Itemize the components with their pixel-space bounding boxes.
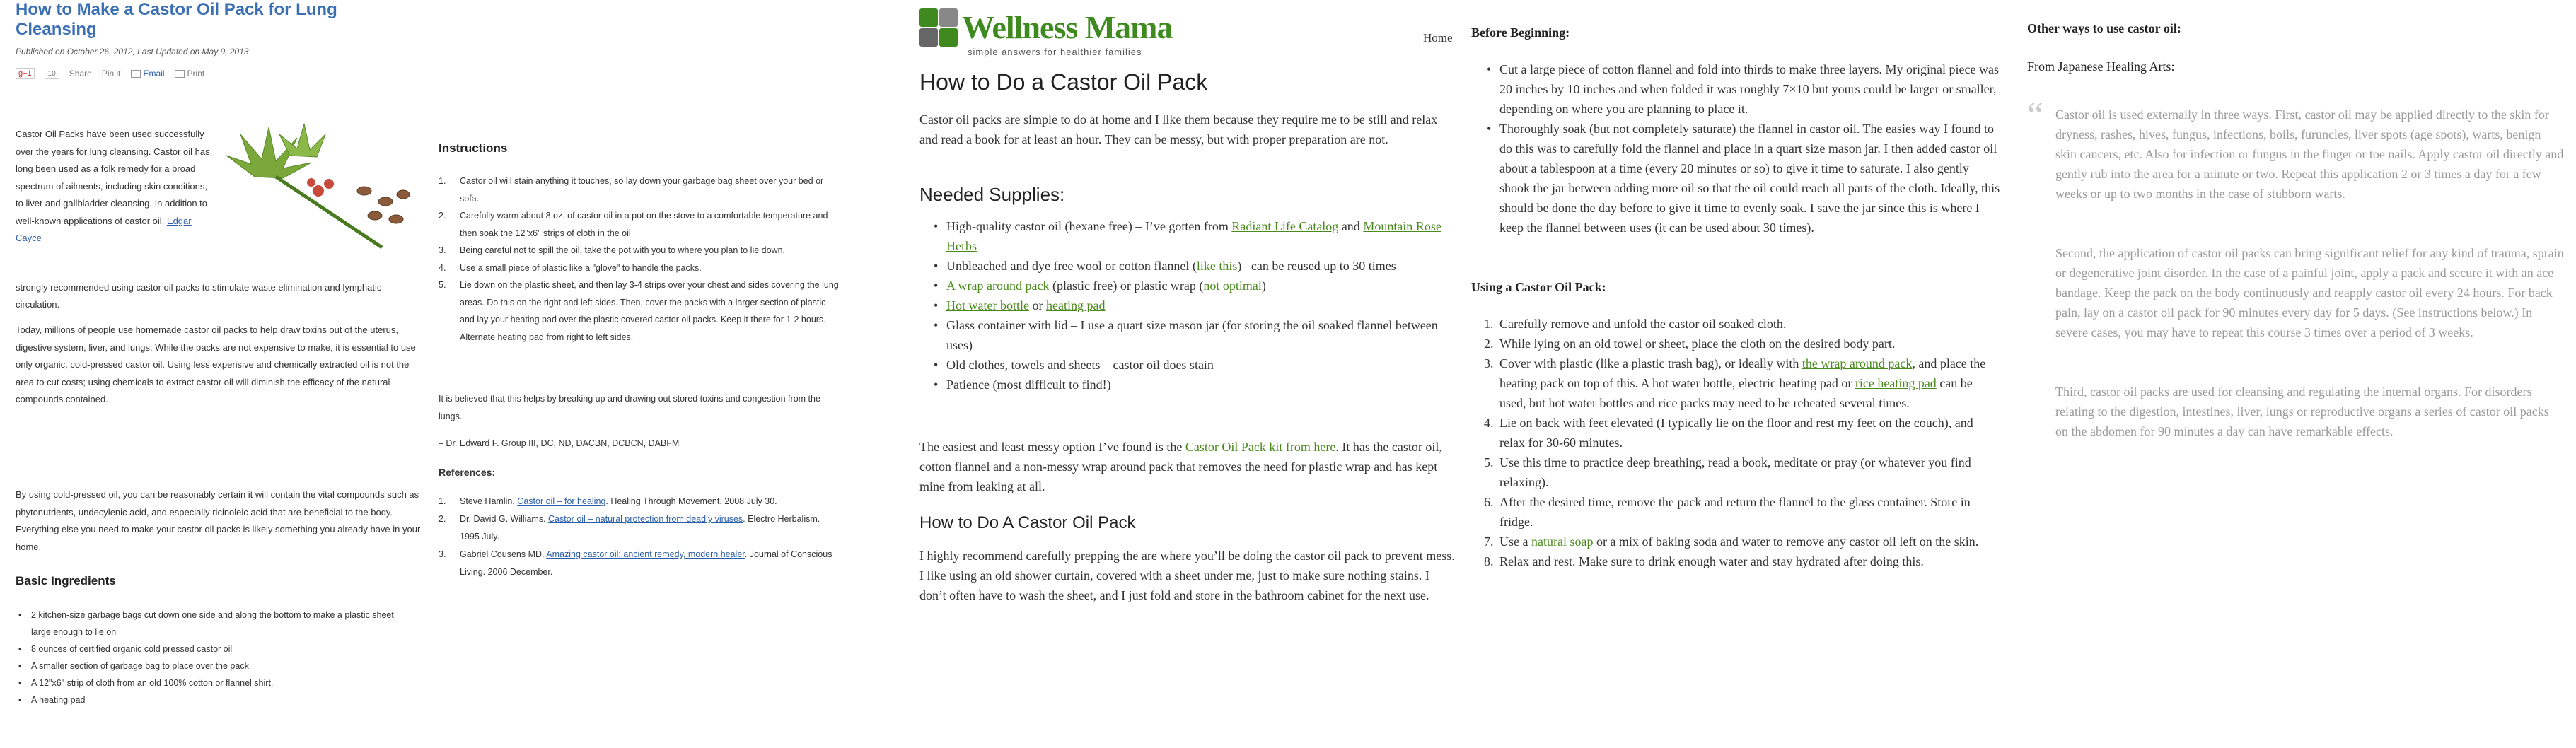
list-item: Carefully remove and unfold the castor o… (1484, 314, 1787, 334)
kit-link[interactable]: Castor Oil Pack kit from here (1185, 440, 1335, 454)
tile-icon (939, 28, 958, 47)
source-label: From Japanese Healing Arts: (2027, 59, 2175, 74)
reference-link[interactable]: Castor oil – for healing (517, 496, 605, 506)
list-item: Use a natural soap or a mix of baking so… (1484, 532, 1979, 551)
email-button[interactable]: Email (130, 69, 165, 78)
envelope-icon (130, 70, 141, 78)
list-item: Carefully warm about 8 oz. of castor oil… (439, 207, 828, 238)
rice-heating-pad-link[interactable]: rice heating pad (1855, 376, 1937, 390)
brand-name: Wellness Mama (962, 9, 1173, 45)
nav-home-link[interactable]: Home (1423, 31, 1453, 45)
intro-paragraph: Castor Oil Packs have been used successf… (16, 129, 210, 243)
natural-soap-link[interactable]: natural soap (1531, 534, 1593, 549)
reference-item: Gabriel Cousens MD. Amazing castor oil: … (439, 546, 832, 577)
basic-ingredients-heading: Basic Ingredients (16, 574, 116, 588)
quote-paragraph: Third, castor oil packs are used for cle… (2055, 385, 2549, 438)
quote-paragraph: Second, the application of castor oil pa… (2055, 246, 2564, 339)
list-item: Being careful not to spill the oil, take… (439, 242, 785, 259)
basic-ingredients-list: 2 kitchen-size garbage bags cut down one… (16, 607, 412, 708)
list-item: Cut a large piece of cotton flannel and … (1471, 59, 2002, 119)
cold-pressed-paragraph: By using cold-pressed oil, you can be re… (16, 489, 421, 552)
reference-link[interactable]: Amazing castor oil: ancient remedy, mode… (546, 549, 744, 559)
published-date: Published on October 26, 2012, Last Upda… (16, 47, 249, 57)
share-button[interactable]: Share (69, 69, 92, 78)
list-item: High-quality castor oil (hexane free) – … (919, 216, 1457, 256)
hot-water-bottle-link[interactable]: Hot water bottle (946, 298, 1029, 312)
reference-item: Dr. David G. Williams. Castor oil – natu… (439, 510, 820, 542)
list-item: A wrap around pack (plastic free) or pla… (919, 276, 1457, 296)
list-item: Lie down on the plastic sheet, and then … (439, 276, 839, 342)
site-logo[interactable]: Wellness Mama simple answers for healthi… (919, 8, 1173, 57)
supplies-heading: Needed Supplies: (919, 184, 1065, 205)
tile-icon (919, 28, 938, 47)
how-to-heading: How to Do A Castor Oil Pack (919, 513, 1136, 532)
castor-plant-image (226, 123, 410, 250)
intro-paragraph: Castor oil packs are simple to do at hom… (919, 112, 1438, 146)
list-item: Cover with plastic (like a plastic trash… (1484, 353, 1986, 410)
gplus-count: 10 (44, 68, 59, 79)
supplies-list: High-quality castor oil (hexane free) – … (919, 216, 1457, 395)
references-heading: References: (439, 467, 496, 478)
printer-icon (174, 70, 185, 78)
list-item: Relax and rest. Make sure to drink enoug… (1484, 551, 1924, 571)
list-item: Thoroughly soak (but not completely satu… (1471, 119, 2002, 238)
quote-paragraph: Castor oil is used externally in three w… (2055, 107, 2564, 201)
list-item: After the desired time, remove the pack … (1484, 492, 1971, 529)
tile-icon (939, 8, 958, 27)
recommend-paragraph: I highly recommend carefully prepping th… (919, 549, 1455, 602)
intro-paragraph-cont: strongly recommended using castor oil pa… (16, 282, 382, 310)
gplus-button[interactable]: g+1 (16, 68, 35, 79)
not-optimal-link[interactable]: not optimal (1203, 279, 1262, 293)
believe-paragraph: It is believed that this helps by breaki… (439, 394, 820, 421)
list-item: 8 ounces of certified organic cold press… (16, 641, 412, 658)
brand-tagline: simple answers for healthier families (968, 47, 1142, 57)
list-item: Lie on back with feet elevated (I typica… (1484, 413, 1973, 450)
list-item: Castor oil will stain anything it touche… (439, 173, 824, 204)
reference-item: Steve Hamlin. Castor oil – for healing. … (439, 493, 777, 510)
list-item: A smaller section of garbage bag to plac… (16, 658, 412, 674)
list-item: A heating pad (16, 691, 412, 708)
page-title: How to Do a Castor Oil Pack (919, 69, 1208, 95)
heating-pad-link[interactable]: heating pad (1046, 298, 1105, 312)
before-list: Cut a large piece of cotton flannel and … (1471, 59, 2002, 238)
list-item: While lying on an old towel or sheet, pl… (1484, 334, 1896, 353)
using-list: Carefully remove and unfold the castor o… (1471, 314, 2002, 571)
references-list: Steve Hamlin. Castor oil – for healing. … (439, 493, 842, 581)
steps-column: Before Beginning: Cut a large piece of c… (1471, 0, 2016, 748)
other-ways-heading: Other ways to use castor oil: (2027, 21, 2181, 35)
wellness-mama-page: Wellness Mama simple answers for healthi… (912, 0, 1464, 748)
share-bar: g+1 10 Share Pin it Email Print (16, 68, 204, 79)
easiest-paragraph: The easiest and least messy option I’ve … (919, 440, 1442, 493)
reference-link[interactable]: Castor oil – natural protection from dea… (548, 514, 743, 524)
list-item: Use a small piece of plastic like a "glo… (439, 259, 702, 276)
pin-it-button[interactable]: Pin it (102, 69, 121, 78)
before-beginning-heading: Before Beginning: (1471, 25, 1570, 40)
list-item: Patience (most difficult to find!) (919, 375, 1457, 395)
logo-icons (919, 8, 958, 47)
instructions-list: Castor oil will stain anything it touche… (439, 173, 842, 346)
wrap-around-pack-link[interactable]: the wrap around pack (1802, 356, 1912, 370)
today-paragraph: Today, millions of people use homemade c… (16, 325, 416, 404)
list-item: 2 kitchen-size garbage bags cut down one… (16, 607, 412, 641)
wrap-around-pack-link[interactable]: A wrap around pack (946, 279, 1049, 293)
article-title[interactable]: How to Make a Castor Oil Pack for Lung C… (16, 0, 383, 40)
flannel-link[interactable]: like this (1197, 259, 1238, 273)
using-heading: Using a Castor Oil Pack: (1471, 280, 1606, 294)
other-uses-column: Other ways to use castor oil: From Japan… (2027, 0, 2572, 748)
leaf-icon (919, 8, 938, 27)
quote-mark-icon: “ (2027, 95, 2044, 136)
list-item: A 12"x6" strip of cloth from an old 100%… (16, 674, 412, 691)
list-item: Unbleached and dye free wool or cotton f… (919, 256, 1457, 276)
list-item: Old clothes, towels and sheets – castor … (919, 355, 1457, 375)
article-lung-cleansing: How to Make a Castor Oil Pack for Lung C… (0, 0, 870, 748)
list-item: Glass container with lid – I use a quart… (919, 315, 1457, 355)
list-item: Hot water bottle or heating pad (919, 296, 1457, 315)
radiant-life-link[interactable]: Radiant Life Catalog (1231, 219, 1338, 233)
print-button[interactable]: Print (174, 69, 204, 78)
author-credit: – Dr. Edward F. Group III, DC, ND, DACBN… (439, 438, 680, 448)
list-item: Use this time to practice deep breathing… (1484, 452, 1971, 489)
instructions-heading: Instructions (439, 141, 508, 155)
